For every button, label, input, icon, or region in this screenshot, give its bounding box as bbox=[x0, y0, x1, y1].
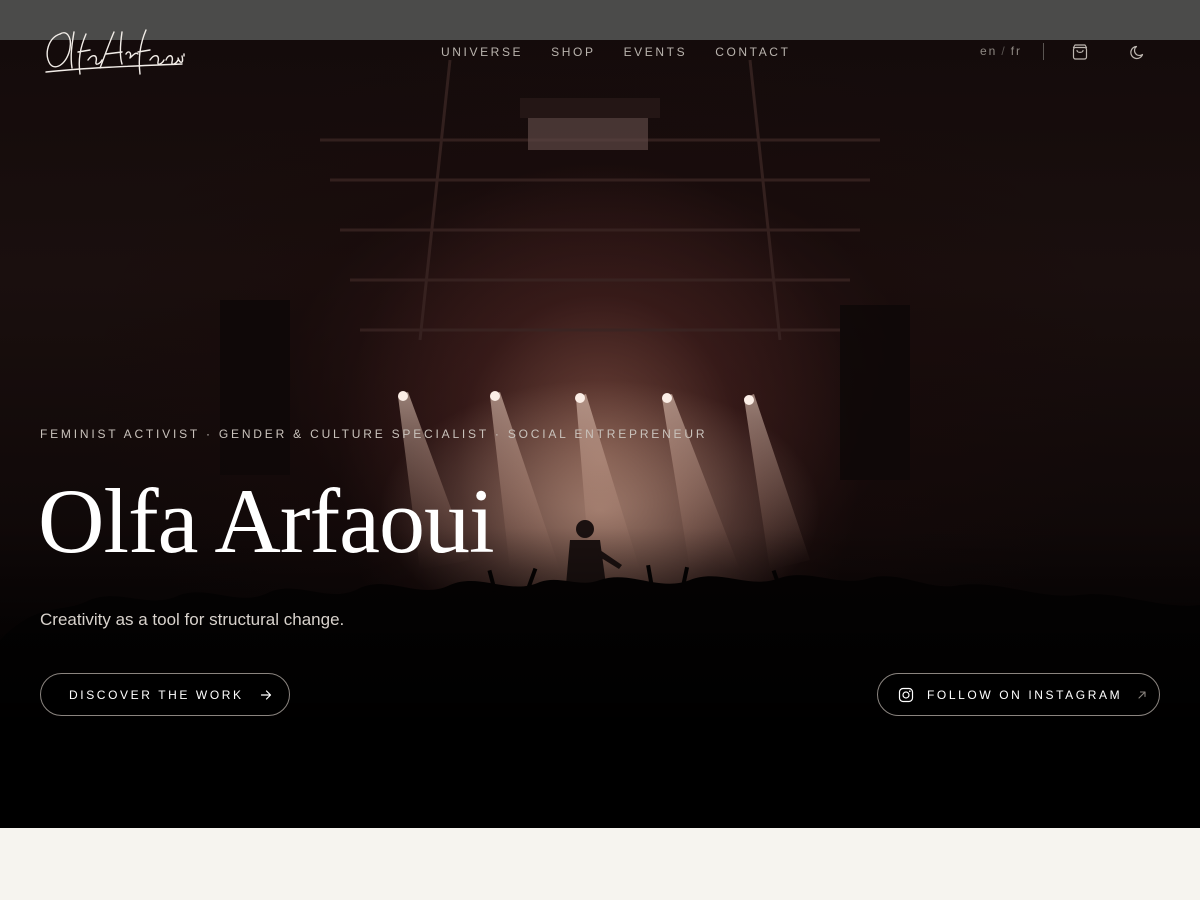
nav-item-contact[interactable]: CONTACT bbox=[715, 45, 790, 59]
next-section bbox=[0, 828, 1200, 900]
discover-work-label: DISCOVER THE WORK bbox=[69, 687, 244, 702]
main-nav: UNIVERSE SHOP EVENTS CONTACT bbox=[441, 45, 791, 59]
nav-item-universe[interactable]: UNIVERSE bbox=[441, 45, 523, 59]
nav-item-shop[interactable]: SHOP bbox=[551, 45, 595, 59]
follow-instagram-label: FOLLOW ON INSTAGRAM bbox=[927, 687, 1123, 702]
header-divider bbox=[1043, 43, 1044, 60]
hero-tagline: FEMINIST ACTIVIST · GENDER & CULTURE SPE… bbox=[40, 427, 708, 441]
signature-logo[interactable] bbox=[42, 24, 188, 80]
nav-item-events[interactable]: EVENTS bbox=[624, 45, 688, 59]
lang-en[interactable]: en bbox=[980, 44, 997, 58]
follow-instagram-button[interactable]: FOLLOW ON INSTAGRAM bbox=[877, 673, 1160, 716]
hero-title: Olfa Arfaoui bbox=[38, 470, 495, 572]
instagram-icon bbox=[898, 687, 914, 702]
lang-separator: / bbox=[1001, 44, 1007, 58]
moon-icon[interactable] bbox=[1129, 43, 1147, 61]
hero-subtitle: Creativity as a tool for structural chan… bbox=[40, 610, 345, 629]
language-switcher: en / fr bbox=[980, 44, 1022, 58]
arrow-right-icon bbox=[260, 689, 271, 700]
shopping-bag-icon[interactable] bbox=[1071, 43, 1089, 61]
external-link-arrow-icon bbox=[1138, 690, 1146, 699]
discover-work-button[interactable]: DISCOVER THE WORK bbox=[40, 673, 290, 716]
lang-fr[interactable]: fr bbox=[1011, 44, 1022, 58]
